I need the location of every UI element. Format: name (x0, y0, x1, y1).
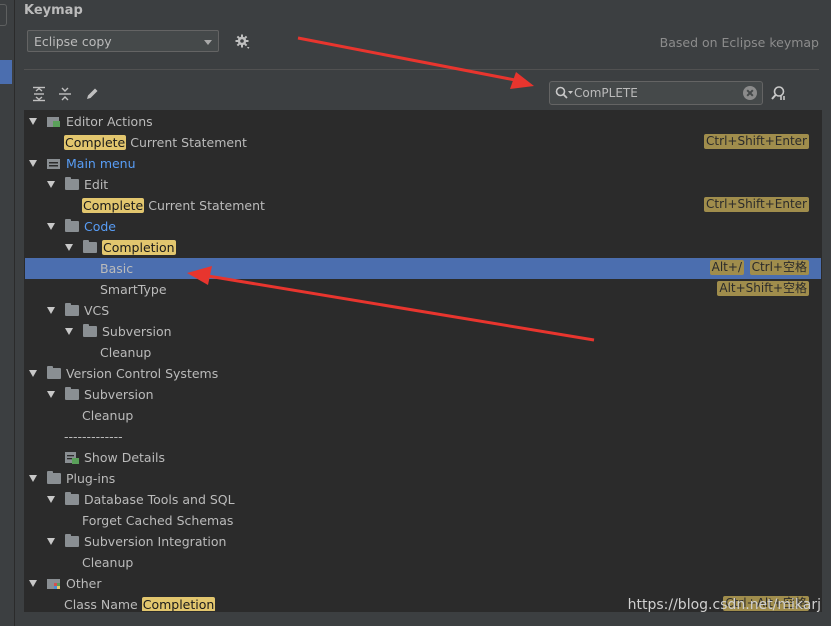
annotation-arrow-to-search (297, 36, 516, 82)
annotation-arrow-to-basic (207, 274, 595, 342)
annotation-arrowhead-basic (187, 266, 212, 285)
annotation-arrowhead-search (510, 72, 534, 89)
annotation-arrows (187, 36, 595, 342)
